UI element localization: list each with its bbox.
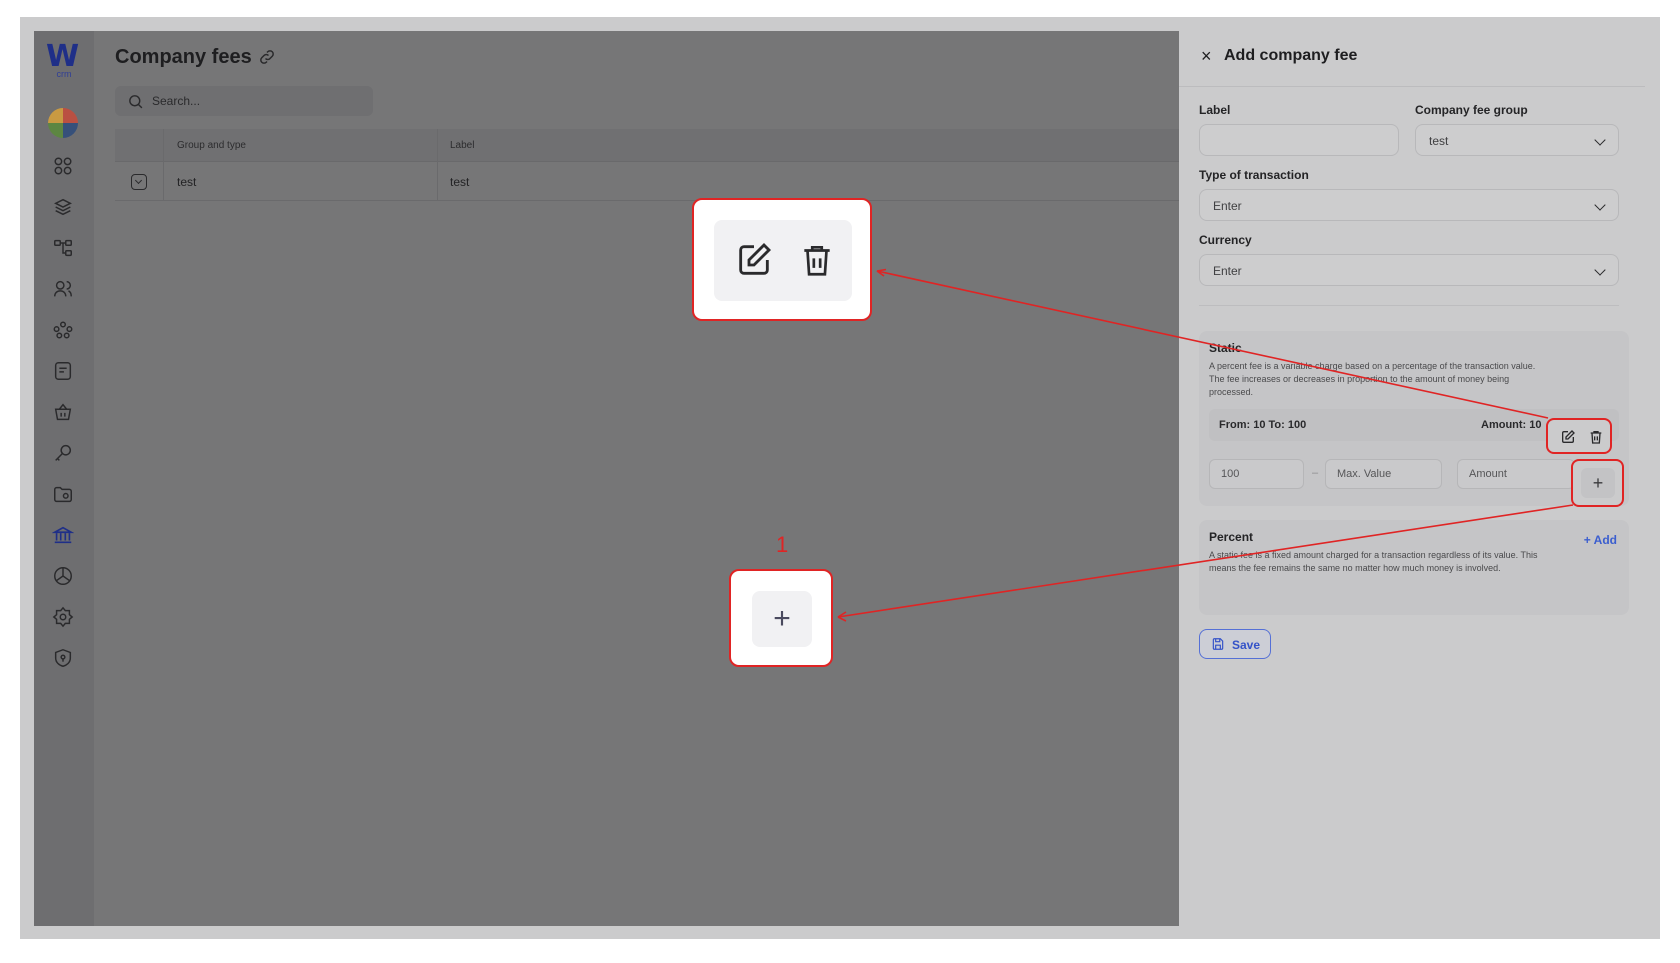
column-divider	[163, 129, 164, 201]
page-title: Company fees	[115, 46, 252, 68]
add-percent-button[interactable]: + Add	[1584, 533, 1617, 547]
highlight-add-range: +	[1571, 459, 1624, 507]
company-fee-group-select[interactable]: test	[1415, 124, 1619, 156]
invoice-icon[interactable]	[49, 357, 77, 385]
team-icon[interactable]	[49, 316, 77, 344]
zoom-actions-area	[714, 220, 852, 301]
cube-icon[interactable]	[49, 562, 77, 590]
key-icon[interactable]	[49, 439, 77, 467]
divider	[1199, 305, 1619, 306]
percent-title: Percent	[1209, 530, 1254, 544]
max-value-input[interactable]: Max. Value	[1325, 459, 1442, 489]
panel-header: × Add company fee	[1179, 31, 1645, 87]
layers-icon[interactable]	[49, 193, 77, 221]
currency-field-label: Currency	[1199, 233, 1252, 247]
currency-select-placeholder: Enter	[1213, 264, 1242, 278]
trash-icon[interactable]	[798, 240, 836, 280]
column-header-group[interactable]: Group and type	[177, 140, 246, 151]
edit-icon[interactable]	[1560, 429, 1576, 445]
highlight-row-actions	[1546, 418, 1612, 454]
zoom-callout-add: +	[729, 569, 833, 667]
chevron-down-icon	[1594, 199, 1606, 211]
min-value-input[interactable]: 100	[1209, 459, 1304, 489]
cell-group: test	[177, 175, 197, 189]
workspace-avatar[interactable]	[48, 108, 78, 138]
search-icon	[129, 95, 143, 109]
users-icon[interactable]	[49, 275, 77, 303]
group-select-value: test	[1429, 134, 1449, 148]
label-field-label: Label	[1199, 103, 1231, 117]
close-icon[interactable]: ×	[1201, 47, 1219, 65]
shield-icon[interactable]	[49, 644, 77, 672]
callout-number: 1	[776, 532, 789, 557]
folder-icon[interactable]	[49, 480, 77, 508]
app-logo[interactable]: W crm	[46, 42, 82, 80]
type-field-label: Type of transaction	[1199, 168, 1309, 182]
edit-icon[interactable]	[734, 240, 774, 280]
zoom-callout-actions	[692, 198, 872, 321]
bank-icon[interactable]	[49, 521, 77, 549]
dashboard-icon[interactable]	[49, 152, 77, 180]
label-input[interactable]	[1199, 124, 1399, 156]
sidebar-nav: W crm	[34, 31, 94, 926]
table-header: Group and type Label	[115, 129, 1215, 162]
cell-label: test	[450, 175, 470, 189]
column-header-label[interactable]: Label	[450, 140, 474, 151]
panel-title: Add company fee	[1224, 47, 1358, 64]
chevron-down-icon	[1594, 134, 1606, 146]
table-row[interactable]: test test	[115, 162, 1215, 201]
percent-description: A static fee is a fixed amount charged f…	[1209, 550, 1538, 573]
add-range-button[interactable]: +	[1581, 468, 1615, 498]
static-title: Static	[1209, 341, 1242, 355]
basket-icon[interactable]	[49, 398, 77, 426]
row-expand-icon[interactable]	[131, 174, 147, 190]
chevron-down-icon	[1594, 264, 1606, 276]
app-window: W crm Company fees Search... Group and t…	[34, 31, 1645, 926]
amount-input[interactable]: Amount	[1457, 459, 1575, 489]
link-icon[interactable]	[258, 48, 276, 66]
range-amount: Amount: 10	[1481, 419, 1542, 431]
percent-fee-section: Percent + Add A static fee is a fixed am…	[1199, 520, 1629, 615]
currency-select[interactable]: Enter	[1199, 254, 1619, 286]
group-field-label: Company fee group	[1415, 103, 1528, 117]
range-text: From: 10 To: 100	[1219, 419, 1307, 431]
search-placeholder: Search...	[152, 94, 201, 108]
type-select-placeholder: Enter	[1213, 199, 1242, 213]
range-separator: –	[1312, 467, 1319, 479]
fees-table: Group and type Label test test	[115, 129, 1215, 201]
hierarchy-icon[interactable]	[49, 234, 77, 262]
save-icon	[1212, 638, 1224, 650]
search-input[interactable]: Search...	[115, 86, 373, 116]
add-range-button-zoomed[interactable]: +	[752, 591, 812, 647]
settings-icon[interactable]	[49, 603, 77, 631]
transaction-type-select[interactable]: Enter	[1199, 189, 1619, 221]
column-divider	[437, 129, 438, 201]
save-button[interactable]: Save	[1199, 629, 1271, 659]
static-description: A percent fee is a variable charge based…	[1209, 361, 1536, 397]
trash-icon[interactable]	[1588, 429, 1604, 445]
